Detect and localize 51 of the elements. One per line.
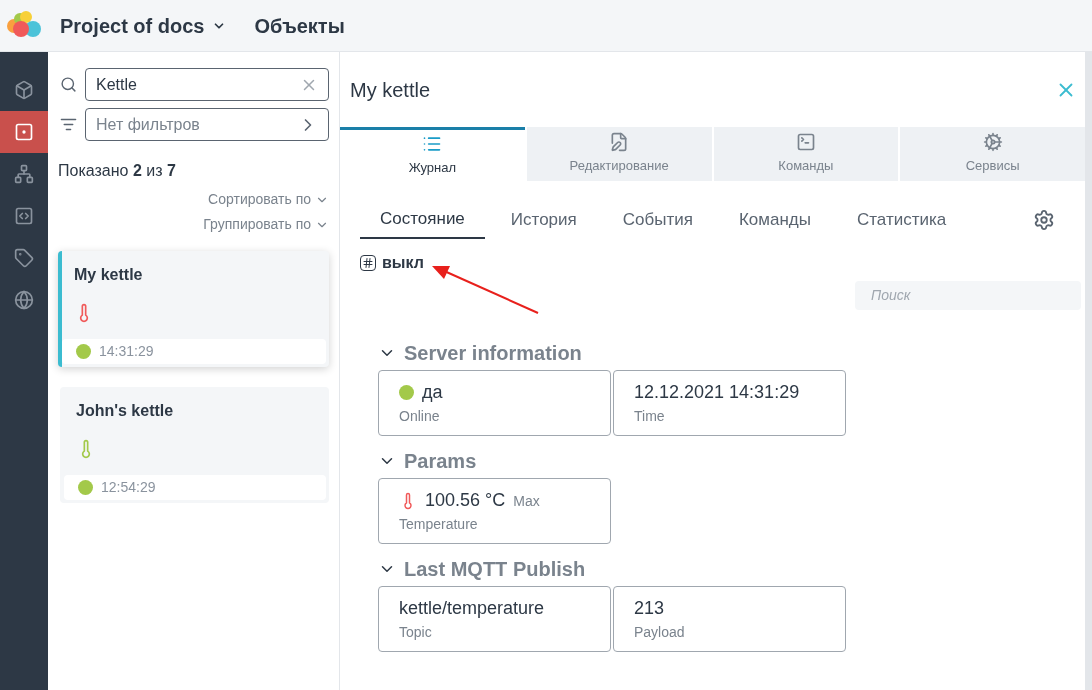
property-value: 213 (634, 597, 665, 620)
sort-dropdown[interactable]: Сортировать по (208, 189, 329, 210)
filter-icon (60, 116, 77, 133)
search-field[interactable]: Kettle (85, 68, 329, 101)
tag-icon (14, 248, 34, 268)
gear-icon (982, 132, 1003, 153)
object-name: My kettle (74, 265, 144, 285)
section-header[interactable]: Server information (378, 336, 1085, 370)
state-tab[interactable]: Команды (718, 201, 831, 239)
property-value: kettle/temperature (399, 597, 545, 620)
hash-icon (360, 255, 376, 271)
state-tab[interactable]: Статистика (837, 201, 967, 239)
property-label: Temperature (399, 515, 479, 534)
property-value: да (422, 381, 443, 404)
filter-field[interactable]: Нет фильтров (85, 108, 329, 141)
state-tab[interactable]: История (490, 201, 597, 239)
search-icon (60, 76, 77, 93)
cube-icon (14, 80, 34, 100)
object-card[interactable]: My kettle 14:31:29 (58, 251, 329, 367)
nav-item[interactable] (0, 111, 48, 153)
project-dropdown[interactable]: Project of docs (60, 10, 227, 41)
target-icon (14, 122, 34, 142)
group-dropdown[interactable]: Группировать по (203, 214, 329, 235)
section-header[interactable]: Last MQTT Publish (378, 552, 1085, 586)
state-tab[interactable]: Состояние (360, 201, 485, 239)
results-count: Показано 2 из 7 (58, 161, 177, 181)
code-icon (14, 206, 34, 226)
object-title: My kettle (350, 77, 431, 103)
last-seen-time: 12:54:29 (101, 478, 156, 497)
view-tab[interactable]: Редактирование (526, 127, 712, 181)
section-title: Объекты (254, 13, 345, 39)
property-value: 12.12.2021 14:31:29 (634, 381, 800, 404)
globe-icon (14, 290, 34, 310)
hierarchy-icon (14, 164, 34, 184)
section-header[interactable]: Params (378, 444, 1085, 478)
object-card[interactable]: John's kettle 12:54:29 (60, 387, 329, 503)
edit-icon (609, 132, 630, 153)
property-value: 100.56 °C (425, 489, 506, 512)
state-tab[interactable]: События (602, 201, 713, 239)
property-label: Time (634, 407, 666, 426)
property-unit-note: Max (513, 492, 540, 511)
settings-icon[interactable] (1033, 209, 1055, 231)
object-name: John's kettle (76, 401, 175, 421)
property-label: Payload (634, 623, 686, 642)
view-tab[interactable]: Сервисы (900, 127, 1085, 181)
last-seen-time: 14:31:29 (99, 342, 154, 361)
view-tab[interactable]: Команды (713, 127, 899, 181)
property-label: Topic (399, 623, 433, 642)
terminal-icon (795, 132, 816, 153)
property-label: Online (399, 407, 441, 426)
state-value: выкл (382, 253, 424, 273)
